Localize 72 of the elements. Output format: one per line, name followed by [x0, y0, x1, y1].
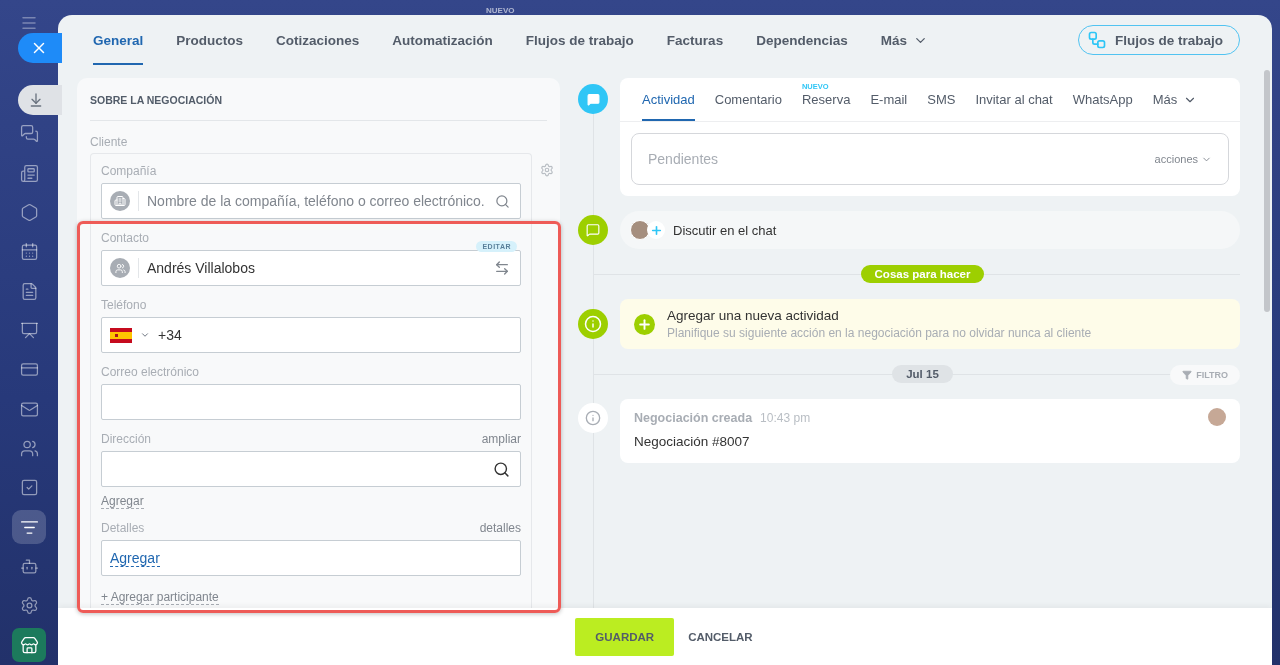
tab[interactable]: Cotizaciones — [276, 15, 360, 65]
field-label: Teléfono — [101, 298, 147, 312]
sidebar-icon[interactable] — [12, 510, 46, 545]
info-icon — [578, 309, 608, 339]
add-participant-link[interactable]: + Agregar participante — [101, 590, 219, 605]
new-activity-title: Agregar una nueva actividad — [667, 308, 840, 323]
tab[interactable]: Dependencias — [756, 15, 848, 65]
building-icon — [110, 191, 130, 211]
discuss-chat-button[interactable]: Discutir en el chat — [620, 211, 1240, 249]
field-label: Correo electrónico — [101, 365, 200, 379]
activity-tab[interactable]: Comentario — [714, 78, 782, 121]
event-title: Negociación creada — [634, 411, 753, 425]
actions-dropdown[interactable]: acciones — [1154, 153, 1212, 165]
new-activity-subtitle: Planifique su siguiente acción en la negociación para no olvidar nunca al cliente — [667, 326, 1092, 340]
info-icon — [578, 403, 608, 433]
more-tab[interactable]: Más — [880, 15, 928, 65]
cancel-button[interactable]: CANCELAR — [686, 630, 755, 643]
section-title: SOBRE LA NEGOCIACIÓN — [90, 78, 547, 121]
spain-flag-icon — [110, 327, 132, 343]
search-icon — [495, 193, 510, 209]
activity-tab[interactable]: E-mail — [870, 78, 908, 121]
search-icon — [493, 460, 510, 478]
arrow-down-to-line-icon — [28, 92, 44, 108]
field-label: Cliente — [90, 135, 128, 149]
activity-tab[interactable]: SMS — [927, 78, 956, 121]
new-activity-card[interactable]: Agregar una nueva actividad Planifique su siguiente acción en la negociación para no olvidar nunca al cliente — [620, 299, 1240, 349]
phone-field[interactable]: +34 — [101, 317, 521, 353]
plus-icon — [647, 221, 665, 239]
workflow-icon — [1087, 30, 1107, 50]
scrollbar-thumb[interactable] — [1264, 70, 1270, 312]
expand-link[interactable]: ampliar — [481, 432, 521, 446]
event-time: 10:43 pm — [760, 411, 811, 425]
avatar — [1208, 408, 1226, 426]
tab[interactable]: Flujos de trabajo — [525, 15, 634, 65]
add-link[interactable]: Agregar — [110, 549, 160, 567]
chat-icon — [578, 215, 608, 245]
caret-icon — [140, 330, 150, 340]
tab[interactable]: Automatización — [392, 15, 493, 65]
pending-field[interactable]: Pendientes acciones — [631, 133, 1229, 185]
field-label: Contacto — [101, 231, 150, 245]
filter-icon — [1182, 370, 1193, 380]
tab[interactable]: Facturas — [666, 15, 724, 65]
activity-tab[interactable]: Actividad — [642, 78, 695, 121]
email-field[interactable] — [101, 384, 521, 420]
details-link[interactable]: detalles — [479, 521, 521, 535]
field-label: Compañía — [101, 164, 157, 178]
activity-tab[interactable]: Invitar al chat — [975, 78, 1053, 121]
tab[interactable]: Productos — [176, 15, 244, 65]
user-icon — [110, 258, 130, 278]
field-label: Dirección — [101, 432, 151, 446]
tab[interactable]: General — [93, 15, 144, 65]
menu-icon[interactable] — [20, 14, 38, 32]
close-button[interactable] — [18, 33, 62, 63]
todo-label: Cosas para hacer — [860, 265, 985, 283]
address-field[interactable] — [101, 451, 521, 487]
contact-field[interactable]: Andrés Villalobos — [101, 250, 521, 286]
comment-icon — [578, 84, 608, 114]
avatar — [630, 220, 650, 240]
event-body: Negociación #8007 — [634, 434, 751, 449]
field-label: Detalles — [101, 521, 145, 535]
date-label: Jul 15 — [892, 365, 953, 383]
minimize-button[interactable] — [18, 85, 62, 115]
app-icon[interactable] — [12, 628, 46, 663]
save-button[interactable]: GUARDAR — [575, 617, 675, 656]
add-link[interactable]: Agregar — [101, 494, 144, 509]
swap-icon — [494, 260, 510, 276]
plus-icon — [634, 313, 655, 335]
company-field[interactable]: Nombre de la compañía, teléfono o correo electrónico. — [101, 183, 521, 219]
new-label: NUEVO — [486, 6, 515, 15]
more-tab[interactable]: Más — [1152, 78, 1198, 121]
details-field[interactable]: Agregar — [101, 540, 521, 576]
activity-tab[interactable]: WhatsApp — [1072, 78, 1133, 121]
